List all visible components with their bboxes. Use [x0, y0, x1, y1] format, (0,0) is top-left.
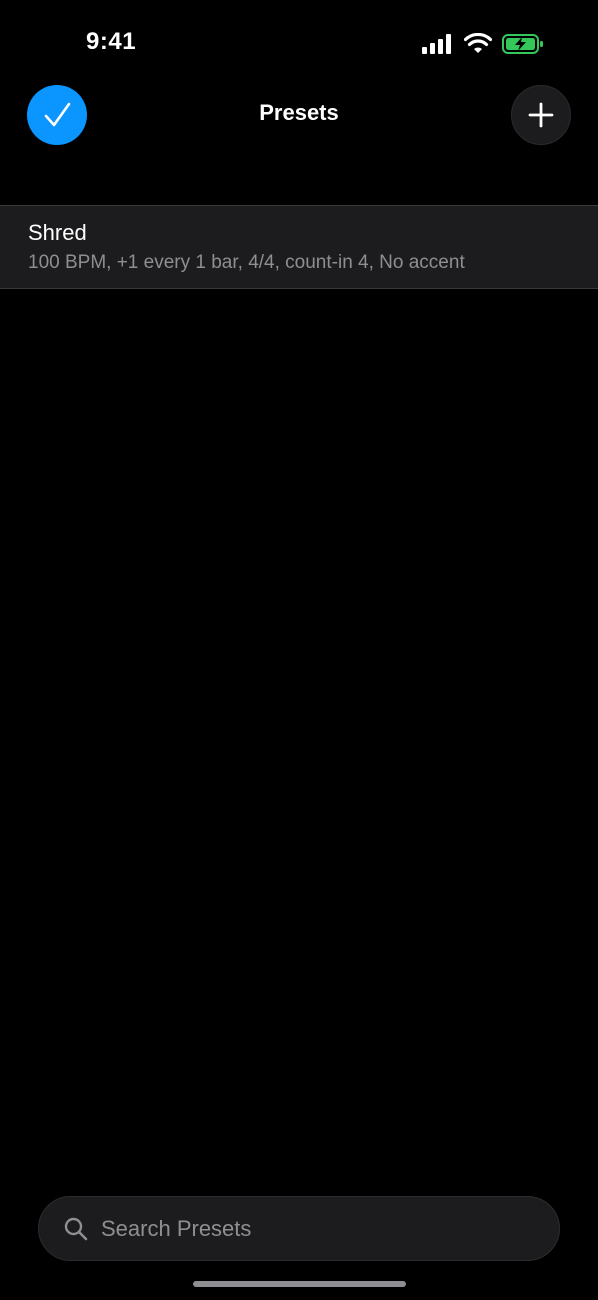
status-time: 9:41 — [86, 28, 137, 55]
add-preset-button[interactable] — [511, 85, 571, 145]
battery-charging-icon — [502, 34, 543, 54]
plus-icon — [528, 102, 554, 128]
cellular-signal-icon — [422, 34, 451, 54]
search-icon — [64, 1217, 88, 1241]
page-title: Presets — [259, 100, 339, 125]
preset-list: Shred 100 BPM, +1 every 1 bar, 4/4, coun… — [0, 205, 598, 289]
search-input[interactable] — [101, 1209, 531, 1249]
checkmark-icon — [44, 102, 71, 127]
status-icons — [422, 32, 544, 56]
status-bar: 9:41 — [0, 0, 598, 88]
done-button[interactable] — [27, 85, 87, 145]
preset-row-shred[interactable]: Shred 100 BPM, +1 every 1 bar, 4/4, coun… — [0, 205, 598, 289]
wifi-icon — [464, 33, 492, 53]
home-indicator — [193, 1281, 406, 1287]
preset-detail: 100 BPM, +1 every 1 bar, 4/4, count-in 4… — [28, 252, 465, 273]
preset-name: Shred — [28, 220, 87, 245]
search-bar[interactable] — [38, 1196, 560, 1261]
